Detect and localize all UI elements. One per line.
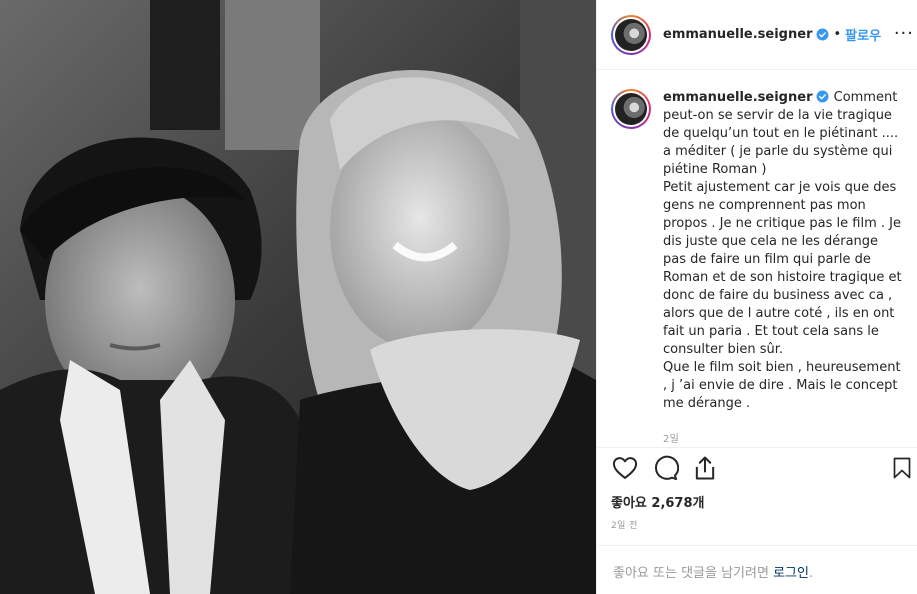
login-prompt: 좋아요 또는 댓글을 남기려면 로그인. xyxy=(597,545,917,594)
avatar[interactable] xyxy=(611,14,651,55)
share-icon[interactable] xyxy=(691,454,719,482)
comment-avatar-ring xyxy=(613,91,649,127)
avatar-image xyxy=(615,18,647,51)
login-prompt-text: 좋아요 또는 댓글을 남기려면 xyxy=(613,566,774,581)
follow-button[interactable]: 팔로우 xyxy=(845,25,881,44)
caption-time[interactable]: 2일 xyxy=(663,430,679,445)
post-side-panel: emmanuelle.seigner • 팔로우 ··· emmanuelle.… xyxy=(596,0,917,594)
caption-text: Comment peut-on se servir de la vie trag… xyxy=(663,90,902,411)
verified-badge-icon xyxy=(817,28,829,41)
comment-avatar[interactable] xyxy=(611,89,651,129)
caption-verified-badge-icon xyxy=(817,90,829,103)
login-link[interactable]: 로그인 xyxy=(773,566,809,581)
caption-author[interactable]: emmanuelle.seigner xyxy=(663,90,812,105)
post-photo[interactable] xyxy=(0,0,596,594)
comment-icon[interactable] xyxy=(651,454,679,482)
heart-icon[interactable] xyxy=(611,454,639,482)
avatar-ring xyxy=(613,16,649,53)
more-options-icon[interactable]: ··· xyxy=(894,25,914,43)
header-username[interactable]: emmanuelle.seigner xyxy=(663,27,812,42)
post-header: emmanuelle.seigner • 팔로우 ··· xyxy=(597,0,917,70)
posted-time[interactable]: 2일 전 xyxy=(611,518,638,531)
comments-area: emmanuelle.seigner Comment peut-on se se… xyxy=(597,71,917,447)
action-bar xyxy=(597,447,917,487)
photo-illustration xyxy=(0,0,596,594)
comment-avatar-image xyxy=(615,93,647,125)
login-prompt-period: . xyxy=(808,566,814,581)
likes-count[interactable]: 좋아요 2,678개 xyxy=(611,492,705,511)
bookmark-icon[interactable] xyxy=(890,456,914,480)
caption: emmanuelle.seigner Comment peut-on se se… xyxy=(663,89,904,447)
separator-dot: • xyxy=(833,27,842,42)
